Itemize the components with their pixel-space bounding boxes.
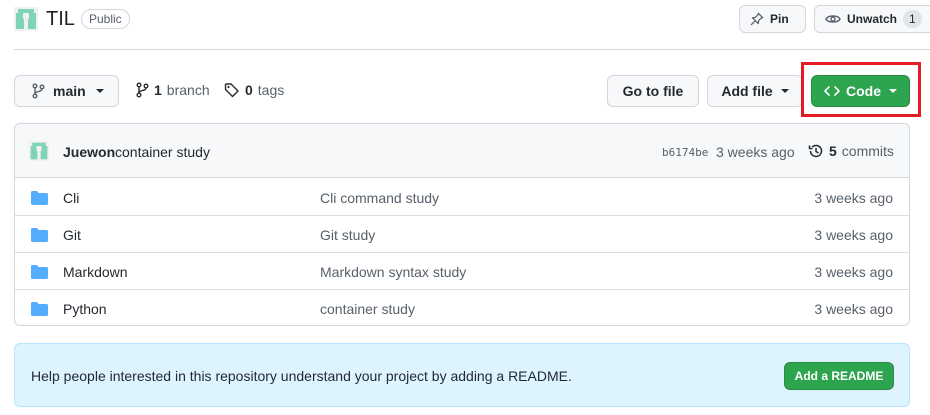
visibility-badge: Public: [81, 9, 130, 29]
watch-count: 1: [903, 10, 922, 28]
git-branch-icon: [136, 82, 149, 98]
file-commit-message[interactable]: Markdown syntax study: [320, 264, 466, 280]
file-commit-message[interactable]: Git study: [320, 227, 375, 243]
eye-icon: [825, 15, 841, 23]
latest-commit-row: Juewon container study b6174be 3 weeks a…: [15, 124, 909, 178]
commit-sha[interactable]: b6174be: [662, 146, 708, 159]
unwatch-label: Unwatch: [847, 12, 898, 26]
readme-prompt: Help people interested in this repositor…: [14, 343, 910, 407]
file-name[interactable]: Cli: [63, 190, 79, 206]
branch-name: main: [53, 83, 86, 99]
folder-icon: [31, 302, 48, 316]
file-commit-message[interactable]: Cli command study: [320, 190, 439, 206]
file-name[interactable]: Python: [63, 301, 107, 317]
pin-label: Pin: [770, 12, 789, 26]
commit-message[interactable]: container study: [115, 144, 210, 160]
commit-author[interactable]: Juewon: [63, 144, 115, 160]
commit-label: commits: [841, 143, 894, 159]
avatar[interactable]: [29, 141, 49, 161]
branch-label: branch: [166, 82, 210, 98]
readme-prompt-text: Help people interested in this repositor…: [31, 368, 572, 384]
pin-button[interactable]: Pin: [739, 5, 806, 33]
file-name[interactable]: Git: [63, 227, 81, 243]
branch-count: 1: [154, 82, 162, 98]
file-time: 3 weeks ago: [814, 227, 893, 243]
file-commit-message[interactable]: container study: [320, 301, 415, 317]
history-icon: [808, 144, 823, 158]
tag-label: tags: [257, 82, 285, 98]
tag-count: 0: [245, 82, 253, 98]
add-readme-button[interactable]: Add a README: [784, 362, 894, 390]
commit-time: 3 weeks ago: [716, 144, 795, 160]
branches-link[interactable]: 1 branch: [135, 82, 210, 98]
add-file-label: Add file: [721, 83, 773, 99]
list-item[interactable]: Cli Cli command study 3 weeks ago: [15, 179, 909, 216]
chevron-down-icon: [95, 89, 104, 93]
file-time: 3 weeks ago: [814, 190, 893, 206]
unwatch-button[interactable]: Unwatch 1: [814, 5, 930, 33]
folder-icon: [31, 228, 48, 242]
go-to-file-button[interactable]: Go to file: [607, 75, 699, 107]
code-button-highlight: [801, 62, 921, 117]
add-file-button[interactable]: Add file: [707, 75, 803, 107]
folder-icon: [31, 191, 48, 205]
chevron-down-icon: [780, 89, 789, 93]
commits-link[interactable]: 5 commits: [808, 143, 894, 159]
list-item[interactable]: Git Git study 3 weeks ago: [15, 216, 909, 253]
file-browser: Juewon container study b6174be 3 weeks a…: [14, 123, 910, 326]
file-time: 3 weeks ago: [814, 264, 893, 280]
folder-icon: [31, 265, 48, 279]
file-time: 3 weeks ago: [814, 301, 893, 317]
repo-name[interactable]: TIL: [46, 7, 75, 31]
commit-count: 5: [829, 143, 837, 159]
file-name[interactable]: Markdown: [63, 264, 128, 280]
list-item[interactable]: Python container study 3 weeks ago: [15, 290, 909, 325]
repo-avatar: [14, 7, 38, 31]
git-branch-icon: [32, 83, 45, 99]
branch-select-button[interactable]: main: [14, 75, 119, 107]
tag-icon: [224, 83, 239, 98]
list-item[interactable]: Markdown Markdown syntax study 3 weeks a…: [15, 253, 909, 290]
tags-link[interactable]: 0 tags: [224, 82, 284, 98]
pin-icon: [750, 12, 764, 26]
header-divider: [14, 49, 930, 50]
